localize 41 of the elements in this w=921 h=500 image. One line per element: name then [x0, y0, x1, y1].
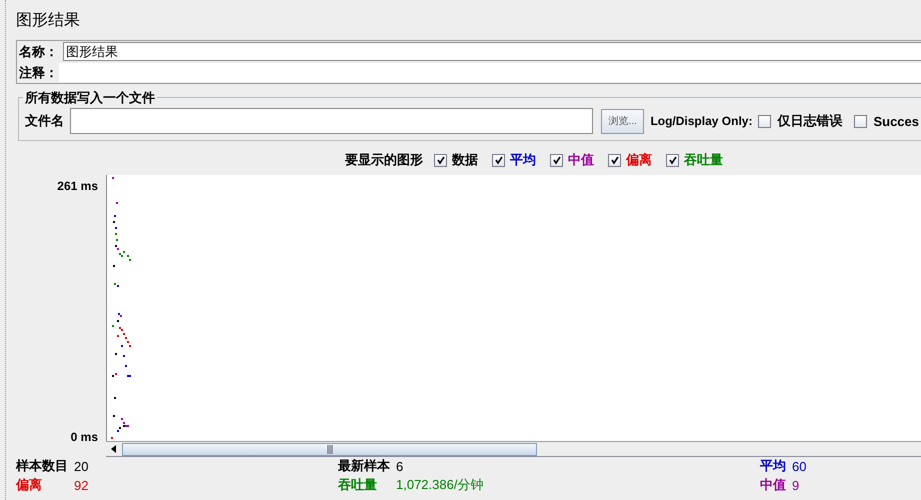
- stat-value: 60: [792, 458, 806, 474]
- graphs-label: 要显示的图形: [345, 151, 423, 169]
- checkbox[interactable]: [854, 114, 868, 128]
- filename-label: 文件名: [24, 112, 64, 130]
- stat-label: 平均: [760, 457, 786, 475]
- option-label: 仅日志错误: [777, 112, 842, 130]
- stat-label: 吞吐量: [338, 476, 378, 494]
- graph-option-label: 偏离: [626, 151, 652, 169]
- checkbox[interactable]: [608, 154, 621, 166]
- checkbox[interactable]: [434, 154, 447, 166]
- log-display-label: Log/Display Only:: [650, 114, 752, 128]
- checkbox[interactable]: [758, 114, 772, 128]
- browse-button[interactable]: 浏览...: [601, 108, 644, 134]
- graph-option-label: 吞吐量: [684, 151, 723, 169]
- name-label: 名称：: [18, 42, 59, 60]
- graph-option-label: 数据: [452, 151, 478, 169]
- comment-label: 注释：: [18, 64, 59, 82]
- stat-value: 92: [74, 478, 88, 492]
- stat-value: 6: [396, 458, 404, 474]
- group-legend: 所有数据写入一个文件: [23, 89, 157, 107]
- graph-option-label: 平均: [510, 151, 536, 169]
- panel-title: 图形结果: [16, 10, 81, 31]
- stat-label: 样本数目: [16, 457, 68, 475]
- checkbox[interactable]: [492, 154, 505, 166]
- stat-value: 9: [792, 478, 800, 492]
- name-field[interactable]: 图形结果: [63, 42, 921, 61]
- comment-field[interactable]: [59, 63, 921, 82]
- option-label: Succes: [873, 114, 919, 128]
- filename-field[interactable]: [70, 108, 593, 134]
- y-axis-label: 261 ms: [57, 179, 98, 193]
- horizontal-scrollbar[interactable]: [106, 441, 921, 457]
- stat-value: 20: [74, 458, 88, 474]
- graph-option-label: 中值: [568, 151, 594, 169]
- stat-label: 中值: [760, 476, 786, 494]
- stat-label: 最新样本: [338, 457, 390, 475]
- y-axis-label: 0 ms: [70, 430, 98, 444]
- checkbox[interactable]: [550, 154, 563, 166]
- stat-label: 偏离: [16, 476, 43, 494]
- scrollbar-thumb[interactable]: [122, 442, 537, 456]
- checkbox[interactable]: [666, 154, 679, 166]
- stat-value: 1,072.386/分钟: [396, 476, 484, 494]
